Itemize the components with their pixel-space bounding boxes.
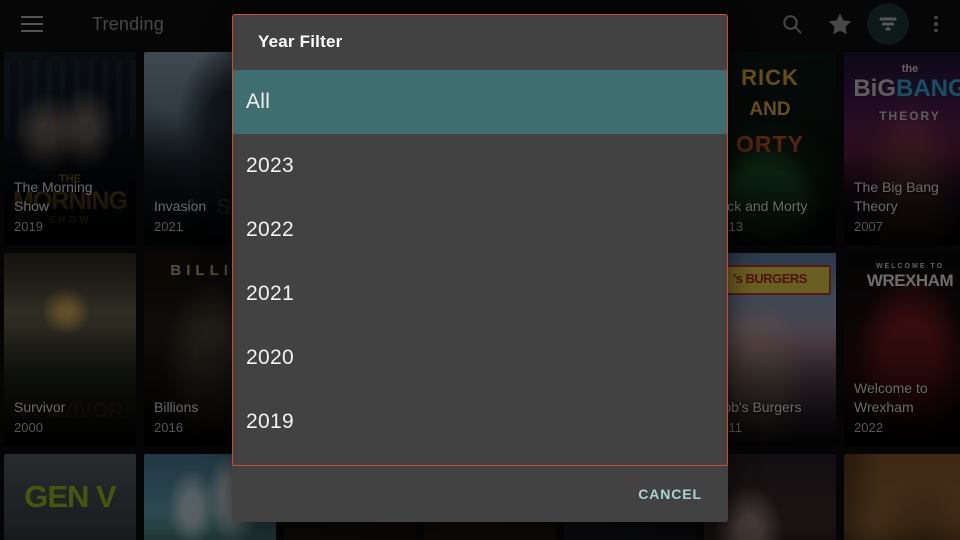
year-option-label: 2020 (246, 346, 294, 369)
year-option-list[interactable]: All 2023 2022 2021 2020 2019 (232, 70, 728, 466)
year-option-2020[interactable]: 2020 (232, 326, 728, 390)
year-option-label: All (246, 90, 271, 113)
dialog-title: Year Filter (258, 32, 343, 51)
year-option-2021[interactable]: 2021 (232, 262, 728, 326)
cancel-button[interactable]: CANCEL (626, 476, 714, 512)
year-option-2019[interactable]: 2019 (232, 390, 728, 454)
app-root: MORNING THE SHOW The Morning Show 2019 A… (0, 0, 960, 540)
dialog-actions: CANCEL (232, 466, 728, 522)
year-option-all[interactable]: All (232, 70, 728, 134)
year-option-label: 2023 (246, 154, 294, 177)
year-filter-dialog: Year Filter All 2023 2022 2021 2020 2019… (232, 14, 728, 522)
year-option-2023[interactable]: 2023 (232, 134, 728, 198)
year-option-label: 2019 (246, 410, 294, 433)
year-option-2022[interactable]: 2022 (232, 198, 728, 262)
year-option-label: 2021 (246, 282, 294, 305)
year-option-label: 2022 (246, 218, 294, 241)
